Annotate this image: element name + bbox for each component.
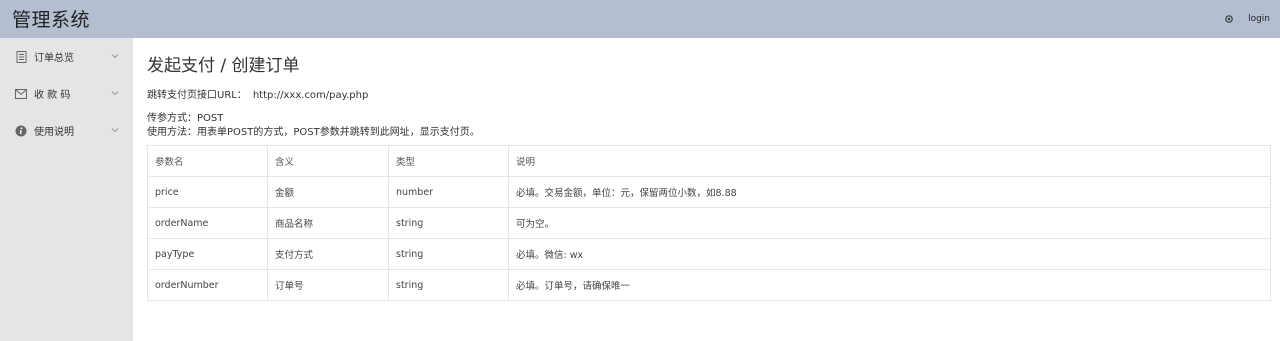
column-header: 说明 xyxy=(508,145,1271,177)
top-header: 管理系统 login xyxy=(0,0,1280,38)
table-cell: payType xyxy=(147,238,268,270)
main-content: 发起支付 / 创建订单 跳转支付页接口URL： http://xxx.com/pa… xyxy=(133,38,1280,341)
table-cell: 商品名称 xyxy=(267,207,389,239)
table-cell: 必填。订单号，请确保唯一 xyxy=(508,269,1271,301)
table-cell: number xyxy=(388,176,509,208)
login-link[interactable]: login xyxy=(1248,14,1270,24)
table-cell: string xyxy=(388,207,509,239)
column-header: 参数名 xyxy=(147,145,268,177)
info-icon xyxy=(15,125,27,137)
table-cell: 金额 xyxy=(267,176,389,208)
sidebar-item-usage-guide[interactable]: 使用说明 xyxy=(0,112,133,149)
sidebar-item-order-overview[interactable]: 订单总览 xyxy=(0,38,133,75)
table-cell: 必填。微信: wx xyxy=(508,238,1271,270)
settings-icon[interactable] xyxy=(1224,14,1234,24)
usage-text: 使用方法：用表单POST的方式，POST参数并跳转到此网址，显示支付页。 xyxy=(147,127,480,138)
table-row: orderNumber 订单号 string 必填。订单号，请确保唯一 xyxy=(147,269,1271,301)
param-method-text: 传参方式：POST xyxy=(147,113,224,124)
table-cell: orderNumber xyxy=(147,269,268,301)
sidebar-item-label: 收 款 码 xyxy=(34,90,71,101)
app-title: 管理系统 xyxy=(12,9,91,31)
api-url-value: http://xxx.com/pay.php xyxy=(252,90,369,101)
chevron-down-icon xyxy=(111,126,119,134)
envelope-icon xyxy=(15,88,27,100)
params-table: 参数名 含义 类型 说明 price 金额 number 必填。交易金额，单位：… xyxy=(147,145,1271,301)
column-header: 含义 xyxy=(267,145,389,177)
table-row: orderName 商品名称 string 可为空。 xyxy=(147,207,1271,239)
header-actions: login xyxy=(1224,0,1270,38)
table-row: payType 支付方式 string 必填。微信: wx xyxy=(147,238,1271,270)
table-cell: string xyxy=(388,238,509,270)
document-icon xyxy=(15,50,27,63)
sidebar-item-payment-code[interactable]: 收 款 码 xyxy=(0,75,133,112)
api-url-line: 跳转支付页接口URL： http://xxx.com/pay.php xyxy=(147,86,368,101)
table-cell: 支付方式 xyxy=(267,238,389,270)
table-cell: string xyxy=(388,269,509,301)
sidebar-item-label: 使用说明 xyxy=(34,127,74,138)
table-row: price 金额 number 必填。交易金额，单位：元，保留两位小数，如8.8… xyxy=(147,176,1271,208)
table-cell: 必填。交易金额，单位：元，保留两位小数，如8.88 xyxy=(508,176,1271,208)
table-cell: 订单号 xyxy=(267,269,389,301)
chevron-down-icon xyxy=(111,89,119,97)
table-cell: orderName xyxy=(147,207,268,239)
chevron-down-icon xyxy=(111,52,119,60)
sidebar: 订单总览 收 款 码 使用说明 xyxy=(0,38,133,341)
table-cell: price xyxy=(147,176,268,208)
page-title: 发起支付 / 创建订单 xyxy=(147,56,300,76)
api-url-label: 跳转支付页接口URL： xyxy=(147,90,247,101)
table-cell: 可为空。 xyxy=(508,207,1271,239)
column-header: 类型 xyxy=(388,145,509,177)
table-header-row: 参数名 含义 类型 说明 xyxy=(147,145,1271,177)
sidebar-item-label: 订单总览 xyxy=(34,53,74,64)
